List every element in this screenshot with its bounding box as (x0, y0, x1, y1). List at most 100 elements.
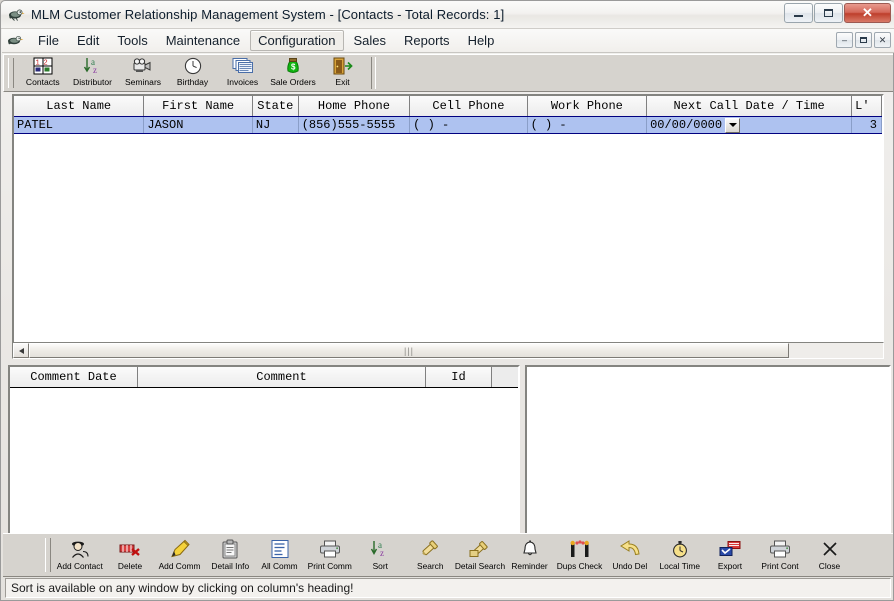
bottom-button-label: Add Contact (57, 561, 103, 570)
clock-icon (181, 56, 205, 76)
toolbar-button-seminars[interactable]: Seminars (118, 55, 168, 91)
cell-cell-phone[interactable]: ( ) - (410, 117, 527, 133)
bottom-toolbar-drag-grip[interactable] (45, 538, 51, 572)
bottom-button-label: Dups Check (557, 561, 603, 570)
toolbar-button-invoices[interactable]: Invoices (218, 55, 268, 91)
maximize-button[interactable] (814, 3, 843, 23)
contacts-grid-header: Last Name First Name State Home Phone Ce… (14, 96, 882, 117)
column-header-cell-phone[interactable]: Cell Phone (410, 96, 527, 116)
bottom-button-label: Close (819, 561, 840, 570)
cell-state[interactable]: NJ (253, 117, 299, 133)
mdi-close-button[interactable]: ✕ (874, 32, 891, 48)
cell-next-call-date-time[interactable]: 00/00/0000 (647, 117, 852, 133)
bottom-button-search[interactable]: Search (405, 535, 455, 575)
dups-check-icon (567, 538, 593, 559)
menu-item-help[interactable]: Help (460, 30, 503, 51)
menu-item-reports[interactable]: Reports (396, 30, 458, 51)
list-document-icon (267, 538, 293, 559)
cell-first-name[interactable]: JASON (144, 117, 253, 133)
bottom-button-undo-del[interactable]: Undo Del (605, 535, 655, 575)
cell-home-phone[interactable]: (856)555-5555 (299, 117, 410, 133)
toolbar-label: Seminars (125, 77, 161, 87)
close-button[interactable]: ✕ (844, 3, 891, 23)
table-row[interactable]: PATEL JASON NJ (856)555-5555 ( ) - ( ) -… (14, 116, 882, 134)
contacts-horizontal-scrollbar[interactable]: ||| (12, 342, 884, 359)
comments-grid[interactable]: Comment Date Comment Id (8, 365, 520, 535)
close-x-icon (817, 538, 843, 559)
contacts-grid[interactable]: Last Name First Name State Home Phone Ce… (12, 94, 884, 356)
column-header-first-name[interactable]: First Name (144, 96, 253, 116)
toolbar-button-contacts[interactable]: 1 2 Contacts (18, 55, 68, 91)
bottom-button-delete[interactable]: Delete (105, 535, 155, 575)
delete-icon (117, 538, 143, 559)
toolbar-button-birthday[interactable]: Birthday (168, 55, 218, 91)
cell-work-phone[interactable]: ( ) - (528, 117, 647, 133)
export-icon (717, 538, 743, 559)
bottom-button-export[interactable]: Export (705, 535, 755, 575)
column-header-comment-date[interactable]: Comment Date (10, 367, 138, 387)
column-header-last-name[interactable]: Last Name (14, 96, 144, 116)
svg-text:z: z (93, 65, 97, 75)
menu-item-maintenance[interactable]: Maintenance (158, 30, 248, 51)
contacts-grid-icon: 1 2 (31, 56, 55, 76)
column-header-next-call-date-time[interactable]: Next Call Date / Time (647, 96, 852, 116)
bottom-button-add-contact[interactable]: Add Contact (55, 535, 105, 575)
bottom-button-local-time[interactable]: Local Time (655, 535, 705, 575)
comments-grid-empty-area[interactable] (10, 388, 518, 534)
contacts-grid-empty-area[interactable] (14, 134, 882, 348)
svg-text:$: $ (291, 63, 296, 72)
next-call-dropdown-button[interactable] (725, 118, 740, 133)
toolbar-drag-grip[interactable] (8, 58, 14, 88)
toolbar-button-sale-orders[interactable]: $ Sale Orders (268, 55, 318, 91)
bottom-button-print-comm[interactable]: Print Comm (305, 535, 355, 575)
menu-item-file[interactable]: File (30, 30, 67, 51)
toolbar-label: Birthday (177, 77, 208, 87)
menu-item-edit[interactable]: Edit (69, 30, 107, 51)
clipboard-icon (217, 538, 243, 559)
bottom-button-close[interactable]: Close (805, 535, 855, 575)
bottom-button-label: Delete (118, 561, 142, 570)
title-bar: MLM Customer Relationship Management Sys… (1, 1, 894, 29)
column-header-work-phone[interactable]: Work Phone (528, 96, 647, 116)
toolbar-button-distributor[interactable]: a z Distributor (68, 55, 118, 91)
toolbar-button-exit[interactable]: Exit (318, 55, 368, 91)
status-message: Sort is available on any window by click… (11, 581, 353, 595)
menu-item-sales[interactable]: Sales (346, 30, 395, 51)
scrollbar-thumb[interactable]: ||| (29, 343, 789, 358)
column-header-home-phone[interactable]: Home Phone (299, 96, 410, 116)
detail-panel[interactable] (525, 365, 891, 535)
menu-item-configuration[interactable]: Configuration (250, 30, 343, 51)
bottom-button-detail-search[interactable]: Detail Search (455, 535, 505, 575)
column-header-comment[interactable]: Comment (138, 367, 426, 387)
mdi-minimize-button[interactable]: – (836, 32, 853, 48)
bottom-button-label: Detail Search (455, 561, 505, 570)
bottom-button-all-comm[interactable]: All Comm (255, 535, 305, 575)
toolbar-label: Exit (336, 77, 350, 87)
bottom-button-print-cont[interactable]: Print Cont (755, 535, 805, 575)
scrollbar-grip-icon: ||| (404, 346, 414, 356)
bottom-button-reminder[interactable]: Reminder (505, 535, 555, 575)
toolbar-label: Distributor (74, 77, 113, 87)
mdi-restore-button[interactable] (855, 32, 872, 48)
toolbar-label: Contacts (26, 77, 60, 87)
undo-arrow-icon (617, 538, 643, 559)
cell-last-name[interactable]: PATEL (14, 117, 144, 133)
column-header-truncated[interactable]: L' (852, 96, 882, 116)
menu-item-tools[interactable]: Tools (109, 30, 155, 51)
mdi-child-controls: – ✕ (836, 32, 891, 48)
flashlight-detail-icon (467, 538, 493, 559)
scrollbar-track[interactable]: ||| (29, 343, 883, 358)
printer-icon (767, 538, 793, 559)
minimize-button[interactable] (784, 3, 813, 23)
scroll-left-button[interactable] (13, 343, 29, 358)
bottom-button-dups-check[interactable]: Dups Check (555, 535, 605, 575)
bottom-button-add-comm[interactable]: Add Comm (155, 535, 205, 575)
column-header-state[interactable]: State (253, 96, 299, 116)
bottom-button-detail-info[interactable]: Detail Info (205, 535, 255, 575)
column-header-id[interactable]: Id (426, 367, 492, 387)
bottom-button-label: Export (718, 561, 742, 570)
bottom-toolbar: Add Contact Delete (3, 533, 893, 577)
cell-truncated[interactable]: 3 (852, 117, 882, 133)
bottom-button-label: Local Time (660, 561, 700, 570)
bottom-button-sort[interactable]: a z Sort (355, 535, 405, 575)
